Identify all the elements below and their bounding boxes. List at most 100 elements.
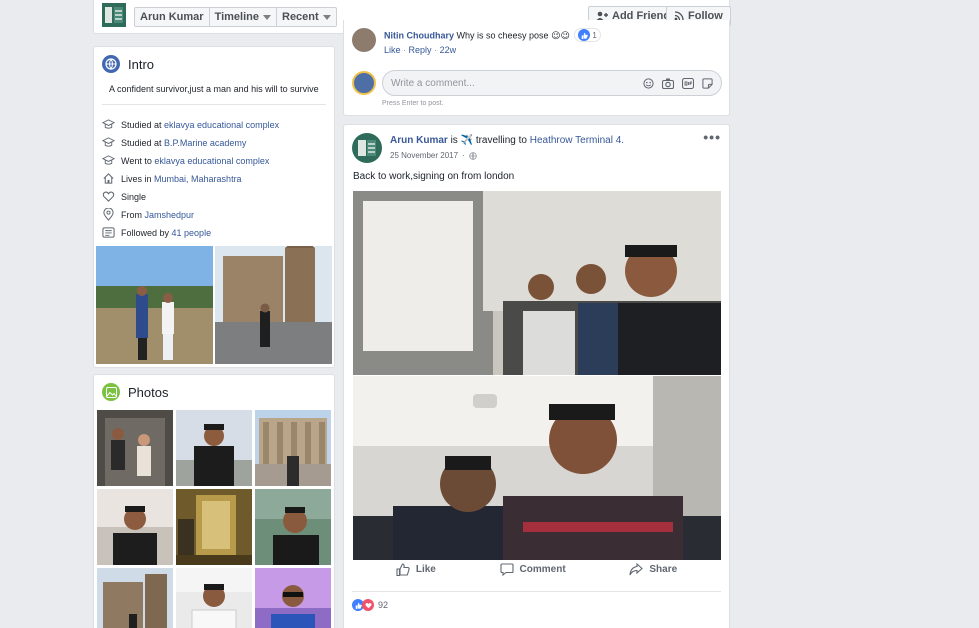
sticker-icon[interactable]: [702, 77, 713, 89]
intro-item: Studied at eklavya educational complex: [101, 116, 279, 134]
post-author-avatar[interactable]: [352, 133, 382, 163]
recent-label: Recent: [282, 11, 319, 23]
comment-like-link[interactable]: Like: [384, 45, 401, 55]
timeline-dropdown[interactable]: Timeline: [210, 8, 277, 26]
intro-item-link[interactable]: 41 people: [172, 228, 212, 238]
profile-nav: Arun Kumar Timeline Recent: [134, 7, 337, 27]
photo-thumb[interactable]: [255, 568, 331, 628]
intro-item-text: Followed by 41 people: [121, 228, 211, 238]
intro-item-text: From Jamshedpur: [121, 210, 194, 220]
write-comment-placeholder: Write a comment...: [391, 77, 475, 89]
intro-item-prefix: Lives in: [121, 174, 155, 184]
intro-item-text: Studied at B.P.Marine academy: [121, 138, 246, 148]
globe-icon[interactable]: [468, 151, 477, 160]
comment-text: Why is so cheesy pose: [456, 30, 549, 41]
post-date[interactable]: 25 November 2017: [390, 151, 458, 160]
comment-button[interactable]: Comment: [499, 563, 566, 576]
home-icon: [102, 172, 115, 187]
camera-icon[interactable]: [662, 78, 674, 89]
profile-avatar[interactable]: [102, 3, 126, 27]
intro-item-link[interactable]: eklavya educational complex: [164, 120, 279, 130]
post-photo-1[interactable]: [353, 191, 721, 375]
photo-grid: [97, 410, 333, 628]
post-place-link[interactable]: Heathrow Terminal 4.: [530, 135, 624, 146]
photo-thumb[interactable]: [97, 489, 173, 565]
comment-emoji: 😉😉: [551, 30, 570, 41]
write-comment-row: Write a comment...: [352, 70, 722, 96]
intro-item-prefix: Went to: [121, 156, 155, 166]
profile-name: Arun Kumar: [140, 11, 204, 23]
photo-thumb[interactable]: [97, 410, 173, 486]
like-button[interactable]: Like: [396, 563, 436, 576]
enter-hint: Press Enter to post.: [382, 100, 444, 107]
graduation-cap-icon: [101, 136, 116, 151]
featured-photo-church[interactable]: [215, 246, 332, 364]
intro-item-prefix: Followed by: [121, 228, 172, 238]
intro-item: Studied at B.P.Marine academy: [101, 134, 279, 152]
intro-item: From Jamshedpur: [102, 206, 279, 224]
comment-icon: [499, 563, 514, 576]
comment-reaction-count: 1: [592, 30, 597, 40]
activity-prefix: is: [447, 135, 461, 146]
intro-title: Intro: [102, 55, 154, 73]
intro-item-link[interactable]: Mumbai, Maharashtra: [154, 174, 242, 184]
comment-age[interactable]: 22w: [440, 45, 457, 55]
comment-label: Comment: [519, 564, 566, 575]
emoji-icon[interactable]: [643, 77, 654, 89]
intro-item-link[interactable]: Jamshedpur: [145, 210, 195, 220]
intro-card: Intro A confident survivor,just a man an…: [93, 46, 335, 368]
photos-title-text: Photos: [128, 384, 169, 400]
photo-thumb[interactable]: [176, 489, 252, 565]
intro-item-link[interactable]: B.P.Marine academy: [164, 138, 246, 148]
graduation-cap-icon: [101, 118, 116, 133]
post-photo-2[interactable]: [353, 376, 721, 560]
photo-thumb[interactable]: [255, 489, 331, 565]
like-label: Like: [415, 564, 436, 575]
reaction-icons: [352, 599, 374, 611]
featured-photos: [96, 246, 332, 364]
intro-item: Went to eklavya educational complex: [101, 152, 279, 170]
intro-item: Followed by 41 people: [102, 224, 279, 242]
photo-thumb[interactable]: [97, 568, 173, 628]
photos-card: Photos: [93, 374, 335, 628]
comment-reply-link[interactable]: Reply: [409, 45, 432, 55]
globe-icon: [102, 55, 120, 73]
photo-thumb[interactable]: [176, 410, 252, 486]
previous-post-comments: Nitin Choudhary Why is so cheesy pose 😉😉…: [343, 20, 730, 116]
post-options-icon[interactable]: •••: [703, 129, 721, 145]
comment-meta: Like · Reply · 22w: [384, 45, 457, 55]
heart-icon: [102, 190, 115, 205]
thumbs-up-icon: [396, 563, 410, 576]
like-reaction-icon: [578, 29, 591, 41]
intro-item-text: Studied at eklavya educational complex: [121, 120, 279, 130]
photo-thumb[interactable]: [255, 410, 331, 486]
recent-dropdown[interactable]: Recent: [277, 8, 336, 26]
write-comment-input[interactable]: Write a comment...: [382, 70, 722, 96]
gif-icon[interactable]: [682, 77, 694, 89]
profile-name-tab[interactable]: Arun Kumar: [135, 8, 210, 26]
comment-tools: [643, 77, 713, 89]
comment-author[interactable]: Nitin Choudhary: [384, 31, 454, 41]
intro-item-text: Lives in Mumbai, Maharashtra: [121, 174, 242, 184]
timeline-label: Timeline: [214, 11, 259, 23]
intro-item-prefix: Single: [121, 192, 147, 202]
share-button[interactable]: Share: [629, 563, 677, 576]
intro-item-link[interactable]: eklavya educational complex: [154, 156, 269, 166]
photos-title: Photos: [102, 383, 168, 401]
airplane-icon: ✈️: [460, 135, 474, 146]
featured-photo-beach[interactable]: [96, 246, 213, 364]
commenter-avatar[interactable]: [352, 28, 376, 52]
post-header: Arun Kumar is ✈️ travelling to Heathrow …: [352, 133, 624, 163]
post-reactions[interactable]: 92: [352, 591, 721, 611]
intro-item-prefix: From: [121, 210, 145, 220]
my-avatar: [352, 71, 376, 95]
comment-reaction-chip[interactable]: 1: [574, 28, 601, 42]
divider: [102, 104, 326, 105]
intro-item-text: Went to eklavya educational complex: [121, 156, 269, 166]
post-activity-line: Arun Kumar is ✈️ travelling to Heathrow …: [390, 135, 624, 146]
post-author-name[interactable]: Arun Kumar: [390, 135, 448, 146]
share-icon: [629, 563, 644, 576]
photo-thumb[interactable]: [176, 568, 252, 628]
love-reaction-icon: [362, 599, 374, 611]
intro-bio: A confident survivor,just a man and his …: [109, 84, 319, 94]
